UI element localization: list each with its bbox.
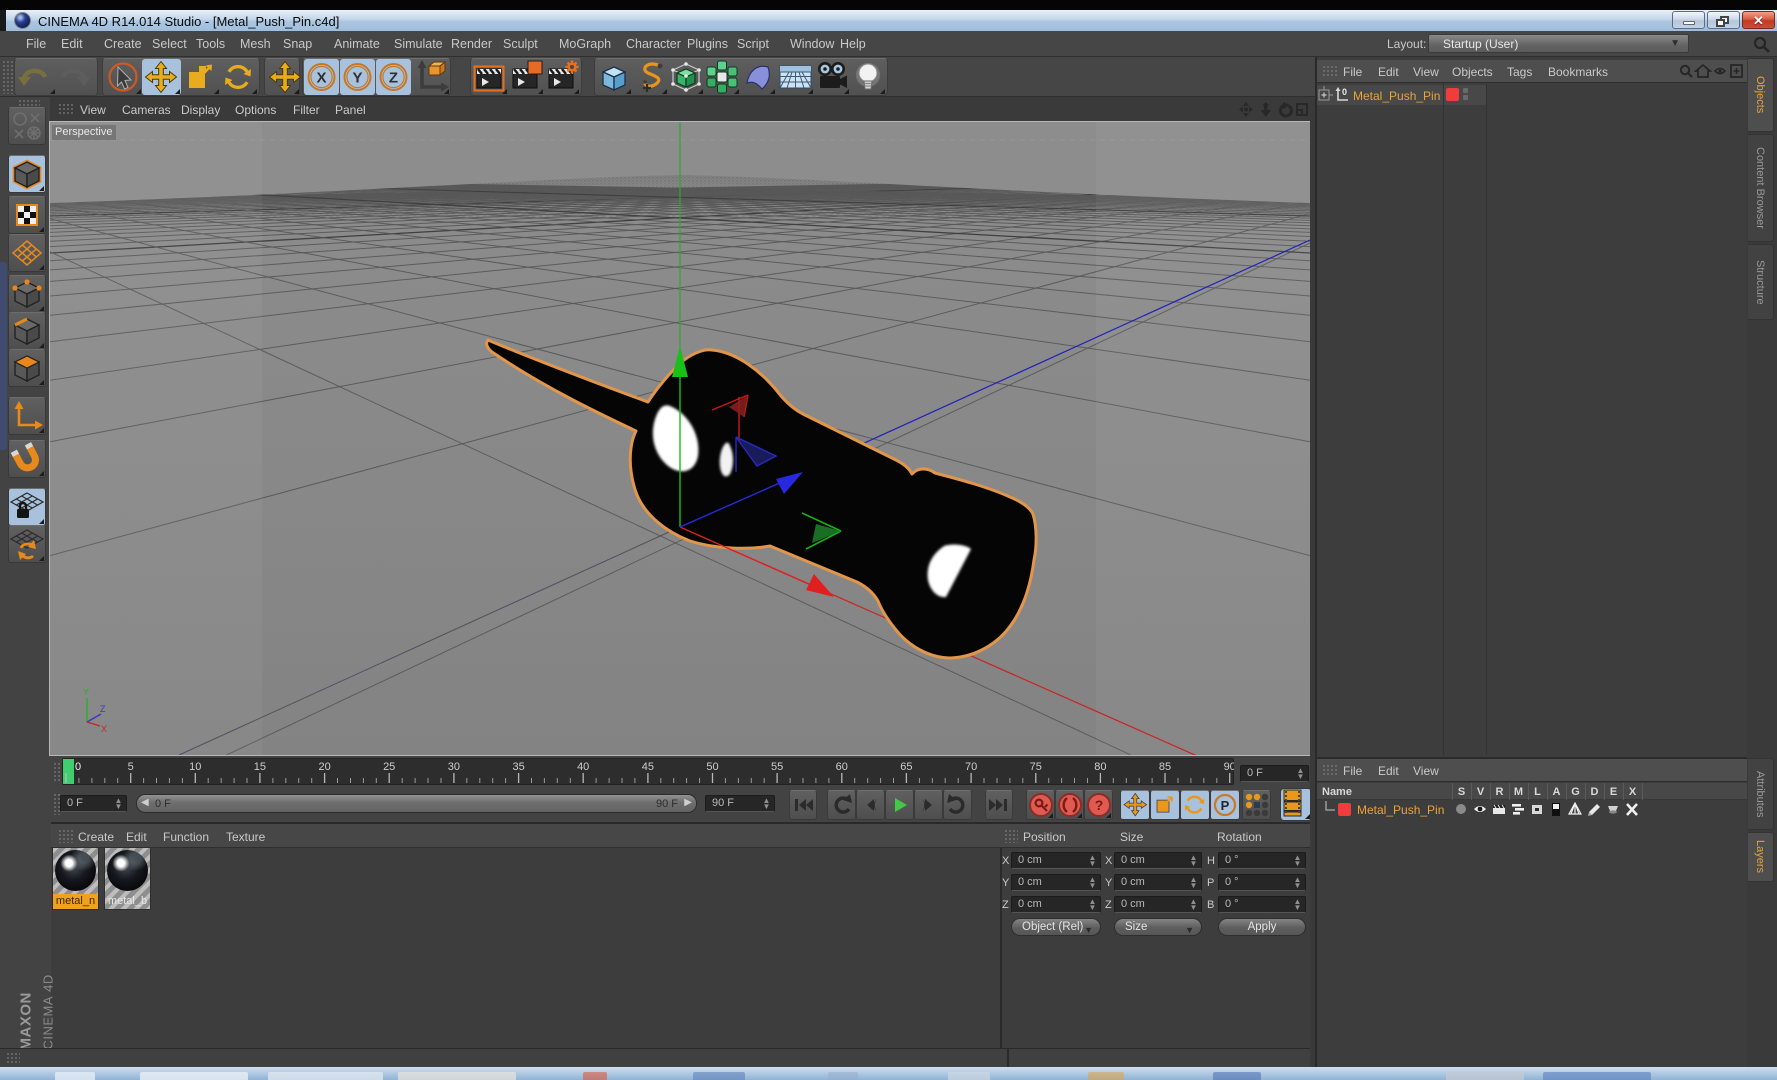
svg-text:15: 15 (254, 761, 266, 773)
svg-text:20: 20 (318, 761, 330, 773)
svg-text:40: 40 (577, 761, 589, 773)
svg-text:P: P (1221, 798, 1230, 813)
svg-text:X: X (316, 70, 326, 87)
svg-text:?: ? (1095, 797, 1104, 813)
svg-text:85: 85 (1159, 761, 1171, 773)
svg-text:55: 55 (771, 761, 783, 773)
svg-text:35: 35 (512, 761, 524, 773)
svg-text:5: 5 (128, 761, 134, 773)
svg-text:0: 0 (1342, 87, 1347, 97)
svg-text:30: 30 (448, 761, 460, 773)
svg-text:75: 75 (1030, 761, 1042, 773)
svg-text:0: 0 (75, 761, 81, 773)
svg-text:90: 90 (1224, 761, 1234, 773)
svg-text:45: 45 (642, 761, 654, 773)
svg-text:Y: Y (352, 70, 362, 87)
svg-text:50: 50 (706, 761, 718, 773)
svg-text:X: X (101, 724, 107, 734)
svg-text:Y: Y (83, 687, 89, 697)
svg-text:65: 65 (900, 761, 912, 773)
svg-text:60: 60 (836, 761, 848, 773)
svg-text:25: 25 (383, 761, 395, 773)
svg-text:Z: Z (389, 70, 398, 87)
svg-text:Z: Z (100, 704, 106, 714)
svg-text:70: 70 (965, 761, 977, 773)
svg-text:10: 10 (189, 761, 201, 773)
svg-text:80: 80 (1094, 761, 1106, 773)
